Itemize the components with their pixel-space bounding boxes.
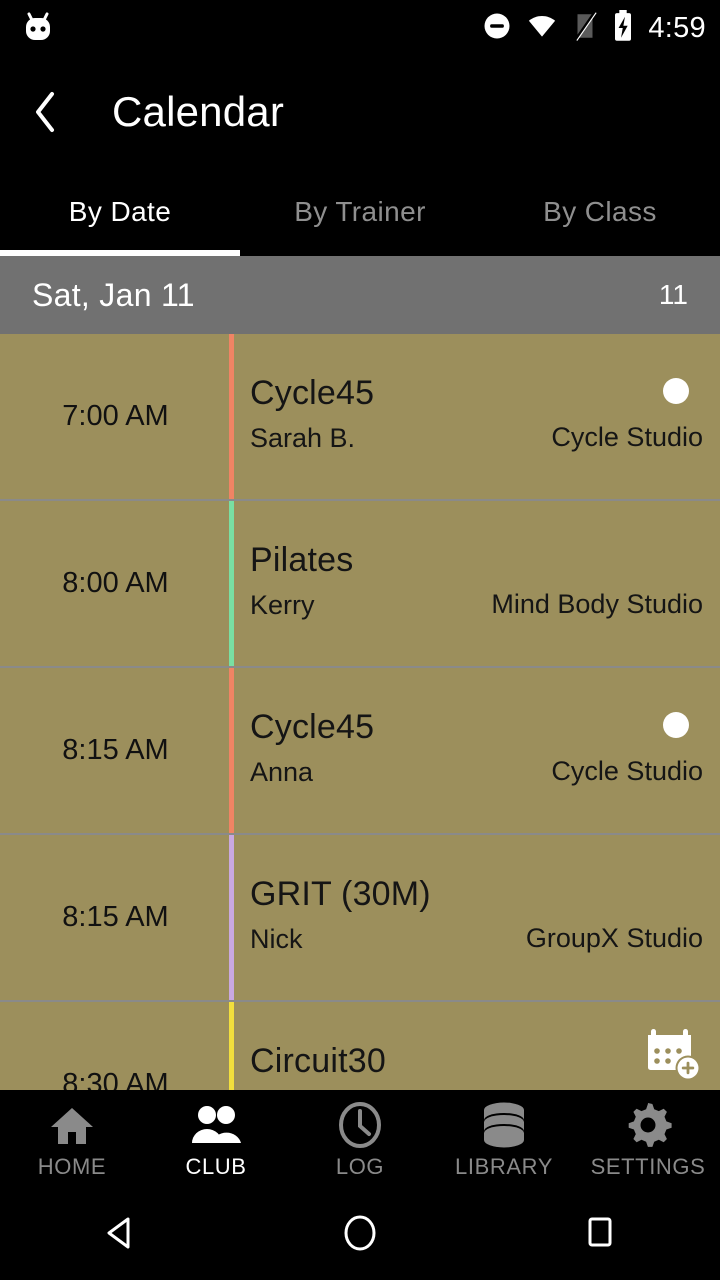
tab-by-trainer[interactable]: By Trainer [240, 168, 480, 256]
android-robot-icon [18, 8, 58, 48]
square-recents-icon [578, 1211, 622, 1260]
tab-by-class[interactable]: By Class [480, 168, 720, 256]
class-name: Cycle45 [250, 374, 375, 412]
nav-item-settings-label: SETTINGS [590, 1154, 706, 1179]
table-row[interactable]: 8:15 AM GRIT (30M) Nick GroupX Studio [0, 835, 720, 1002]
gear-icon [624, 1100, 672, 1150]
wifi-icon [526, 11, 558, 46]
class-studio: GroupX Studio [525, 923, 703, 953]
row-time-cell: 7:00 AM [0, 334, 231, 499]
class-time: 8:30 AM [62, 1068, 169, 1090]
table-row[interactable]: 8:30 AM Circuit30 [0, 1002, 720, 1090]
triangle-back-icon [98, 1211, 142, 1260]
class-trainer: Nick [250, 924, 303, 954]
class-studio: Cycle Studio [551, 756, 703, 786]
row-detail-cell: Cycle45 Anna Cycle Studio [231, 668, 720, 833]
system-back-button[interactable] [0, 1190, 240, 1280]
circle-home-icon [338, 1211, 382, 1260]
app-bar: Calendar [0, 56, 720, 168]
class-time: 8:00 AM [62, 567, 169, 599]
table-row[interactable]: 8:00 AM Pilates Kerry Mind Body Studio [0, 501, 720, 668]
battery-charging-icon [612, 9, 634, 47]
nav-item-log-label: LOG [335, 1154, 385, 1179]
class-time: 8:15 AM [62, 901, 169, 933]
date-header[interactable]: Sat, Jan 11 11 [0, 256, 720, 334]
bottom-navigation: HOME CLUB LOG LIBRARY SETTINGS [0, 1090, 720, 1190]
schedule-list[interactable]: 7:00 AM Cycle45 Sarah B. Cycle Studio 8:… [0, 334, 720, 1090]
date-header-title: Sat, Jan 11 [32, 276, 195, 313]
table-row[interactable]: 7:00 AM Cycle45 Sarah B. Cycle Studio [0, 334, 720, 501]
class-studio: Mind Body Studio [491, 589, 703, 619]
app-root: 4:59 Calendar By Date By Trainer By Clas… [0, 0, 720, 1280]
clock-icon [336, 1100, 384, 1150]
nav-item-club-label: CLUB [185, 1154, 247, 1179]
row-detail-cell: GRIT (30M) Nick GroupX Studio [231, 835, 720, 1000]
status-bar-clock: 4:59 [648, 11, 706, 44]
nav-item-home[interactable]: HOME [0, 1090, 144, 1190]
home-icon [48, 1100, 96, 1150]
row-detail-cell: Pilates Kerry Mind Body Studio [231, 501, 720, 666]
tab-bar: By Date By Trainer By Class [0, 168, 720, 256]
class-time: 8:15 AM [62, 734, 169, 766]
class-name: GRIT (30M) [250, 875, 431, 913]
class-studio: Cycle Studio [551, 422, 703, 452]
tab-by-trainer-label: By Trainer [294, 196, 426, 227]
back-button[interactable] [0, 56, 90, 168]
row-time-cell: 8:15 AM [0, 835, 231, 1000]
page-title: Calendar [112, 88, 285, 135]
class-trainer: Sarah B. [250, 423, 356, 453]
status-badge [663, 378, 689, 404]
table-row[interactable]: 8:15 AM Cycle45 Anna Cycle Studio [0, 668, 720, 835]
nav-item-settings[interactable]: SETTINGS [576, 1090, 720, 1190]
no-sim-signal-icon [572, 10, 598, 46]
status-badge [663, 712, 689, 738]
database-icon [481, 1100, 527, 1150]
tab-by-date[interactable]: By Date [0, 168, 240, 256]
row-time-cell: 8:15 AM [0, 668, 231, 833]
row-detail-cell: Cycle45 Sarah B. Cycle Studio [231, 334, 720, 499]
class-time: 7:00 AM [62, 400, 169, 432]
tab-by-class-label: By Class [543, 196, 657, 227]
class-name: Circuit30 [250, 1042, 386, 1080]
people-icon [190, 1100, 242, 1150]
class-trainer: Anna [250, 757, 314, 787]
class-name: Pilates [250, 541, 354, 579]
status-bar: 4:59 [0, 0, 720, 56]
nav-item-library-label: LIBRARY [455, 1154, 553, 1179]
nav-item-library[interactable]: LIBRARY [432, 1090, 576, 1190]
nav-item-home-label: HOME [37, 1154, 107, 1179]
system-home-button[interactable] [240, 1190, 480, 1280]
system-navigation-bar [0, 1190, 720, 1280]
nav-item-log[interactable]: LOG [288, 1090, 432, 1190]
add-to-calendar-button[interactable] [646, 1026, 704, 1084]
row-time-cell: 8:30 AM [0, 1002, 231, 1090]
back-chevron-icon [32, 90, 58, 134]
system-recents-button[interactable] [480, 1190, 720, 1280]
class-trainer: Kerry [250, 590, 315, 620]
row-time-cell: 8:00 AM [0, 501, 231, 666]
status-bar-icons: 4:59 [482, 0, 706, 56]
date-header-day-number: 11 [658, 279, 688, 310]
do-not-disturb-icon [482, 11, 512, 46]
add-to-calendar-icon [646, 1029, 704, 1088]
nav-item-club[interactable]: CLUB [144, 1090, 288, 1190]
class-name: Cycle45 [250, 708, 375, 746]
tab-by-date-label: By Date [68, 196, 172, 227]
